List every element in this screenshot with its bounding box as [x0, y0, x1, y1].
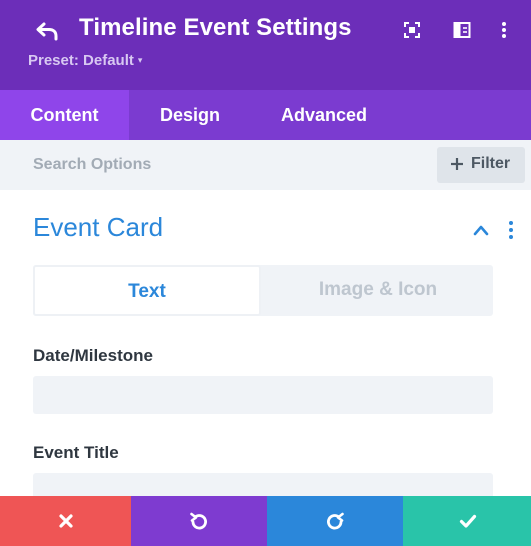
- subtab-text[interactable]: Text: [33, 265, 261, 316]
- caret-down-icon: ▾: [137, 55, 143, 65]
- undo-button[interactable]: [131, 496, 267, 546]
- undo-icon: [190, 512, 207, 530]
- date-milestone-label: Date/Milestone: [33, 346, 153, 365]
- footer-actions: [0, 496, 531, 546]
- page-title: Timeline Event Settings: [79, 14, 352, 41]
- preset-selector[interactable]: Preset: Default ▾: [28, 52, 142, 69]
- preset-label: Preset: Default: [28, 52, 134, 69]
- filter-button[interactable]: Filter: [437, 147, 525, 183]
- redo-button[interactable]: [267, 496, 403, 546]
- settings-tabs: Content Design Advanced: [0, 90, 531, 140]
- fullscreen-icon[interactable]: [402, 20, 422, 40]
- chevron-up-icon[interactable]: [472, 222, 490, 238]
- save-button[interactable]: [403, 496, 531, 546]
- more-vertical-icon[interactable]: [494, 20, 514, 40]
- subtab-image-icon[interactable]: Image & Icon: [263, 265, 493, 316]
- redo-icon: [327, 512, 344, 530]
- section-title[interactable]: Event Card: [33, 212, 163, 243]
- search-input[interactable]: [0, 140, 430, 190]
- filter-label: Filter: [471, 155, 511, 172]
- date-milestone-input[interactable]: [33, 376, 493, 414]
- undo-arrow-icon[interactable]: [34, 16, 62, 44]
- plus-icon: [450, 152, 464, 182]
- close-icon: [59, 514, 73, 528]
- close-button[interactable]: [0, 496, 131, 546]
- more-vertical-icon[interactable]: [506, 219, 516, 241]
- sidebar-layout-icon[interactable]: [452, 20, 472, 40]
- event-title-label: Event Title: [33, 443, 119, 462]
- tab-design[interactable]: Design: [129, 90, 251, 140]
- subtab-group: Text Image & Icon: [33, 265, 493, 316]
- settings-header: Timeline Event Settings Preset: Default ▾: [0, 0, 531, 90]
- check-icon: [459, 514, 477, 528]
- tab-advanced[interactable]: Advanced: [251, 90, 397, 140]
- tab-content[interactable]: Content: [0, 90, 129, 140]
